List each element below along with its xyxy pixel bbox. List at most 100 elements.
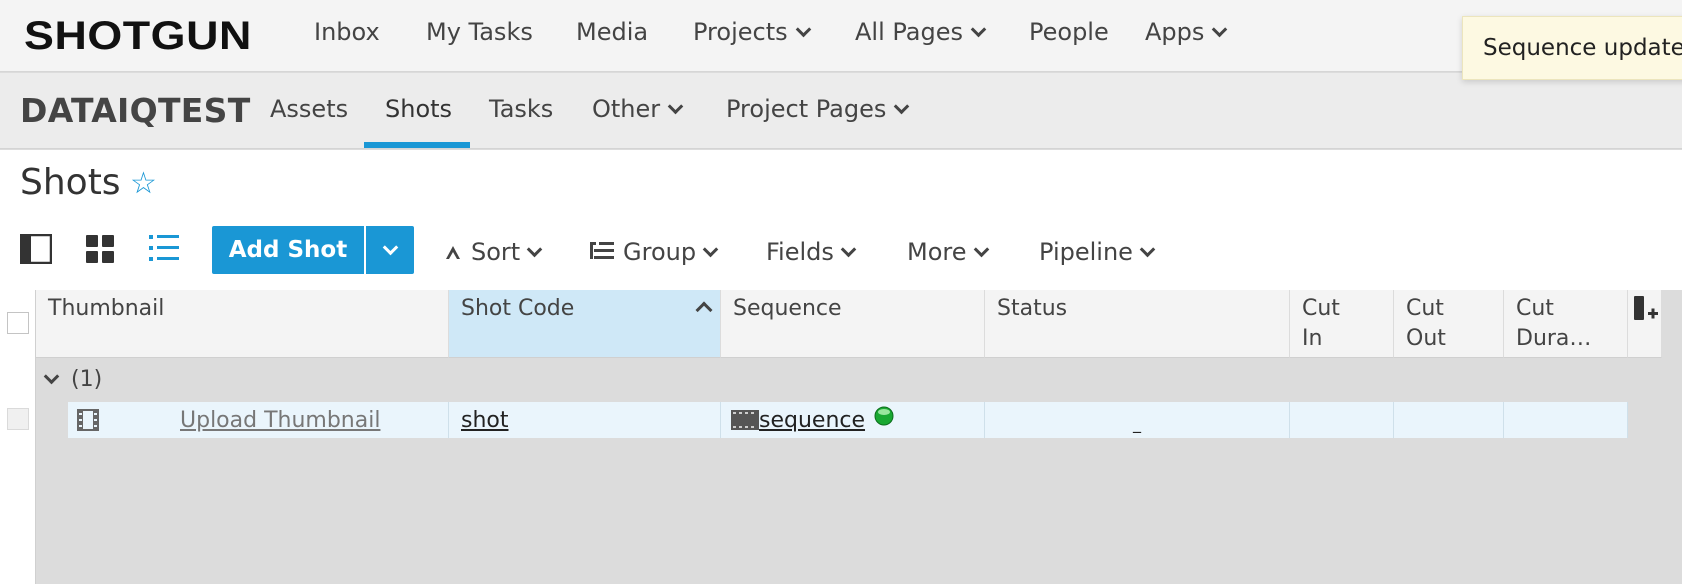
- nav-inbox[interactable]: Inbox: [314, 18, 380, 46]
- nav-media[interactable]: Media: [576, 18, 648, 46]
- chevron-down-icon: [702, 241, 719, 257]
- group-label: (1): [71, 366, 103, 392]
- sequence-link[interactable]: sequence: [759, 408, 865, 433]
- column-label: Status: [997, 296, 1068, 321]
- project-nav: DATAIQTEST Assets Shots Tasks Other Proj…: [0, 73, 1682, 149]
- group-row[interactable]: (1): [36, 358, 1682, 400]
- project-name[interactable]: DATAIQTEST: [20, 91, 251, 130]
- chevron-down-icon: [970, 21, 987, 37]
- status-value: _: [1133, 413, 1141, 433]
- table-row-cut-in-cell[interactable]: [1290, 402, 1394, 438]
- row-checkbox[interactable]: [7, 408, 29, 430]
- column-label: Thumbnail: [48, 296, 165, 321]
- chevron-down-icon: [840, 241, 857, 257]
- nav-label: Inbox: [314, 18, 380, 46]
- shots-grid: Thumbnail Shot Code Sequence Status Cut …: [0, 290, 1682, 584]
- global-nav: SHOTGUN Inbox My Tasks Media Projects Al…: [0, 0, 1682, 72]
- chevron-down-icon: [526, 241, 543, 257]
- column-header-cut-out[interactable]: Cut Out: [1394, 290, 1504, 358]
- add-shot-dropdown-button[interactable]: [366, 226, 414, 274]
- nav-label: My Tasks: [426, 18, 533, 46]
- add-shot-button[interactable]: Add Shot: [212, 226, 364, 274]
- table-row-thumbnail-cell[interactable]: Upload Thumbnail: [68, 402, 449, 438]
- column-header-status[interactable]: Status: [985, 290, 1290, 358]
- tab-shots[interactable]: Shots: [385, 95, 452, 123]
- pipeline-menu[interactable]: Pipeline: [1039, 238, 1156, 266]
- toast-notification: Sequence updated: [1462, 16, 1682, 80]
- chevron-down-icon: [382, 239, 398, 255]
- tab-project-pages[interactable]: Project Pages: [726, 95, 910, 123]
- sequence-icon: [731, 410, 759, 430]
- detail-view-icon[interactable]: [19, 233, 53, 268]
- selection-column: [0, 290, 36, 584]
- toast-message: Sequence updated: [1483, 35, 1682, 61]
- chevron-down-icon: [894, 98, 910, 114]
- app-logo[interactable]: SHOTGUN: [24, 14, 252, 59]
- page-header: Shots ☆ Add Shot Sort Group Fields More …: [0, 150, 1682, 290]
- nav-label: Apps: [1145, 18, 1205, 46]
- tab-label: Other: [592, 95, 661, 123]
- column-header-cut-in[interactable]: Cut In: [1290, 290, 1394, 358]
- table-row-sequence-cell[interactable]: sequence: [721, 402, 985, 438]
- column-label: Cut In: [1302, 296, 1340, 351]
- nav-all-pages[interactable]: All Pages: [855, 18, 987, 46]
- chevron-down-icon: [1212, 21, 1228, 37]
- sort-label: Sort: [471, 238, 521, 266]
- more-label: More: [907, 238, 967, 266]
- tab-label: Assets: [270, 95, 349, 123]
- status-dot-icon: [874, 406, 894, 426]
- sort-ascending-icon: [695, 301, 713, 319]
- tab-other[interactable]: Other: [592, 95, 684, 123]
- tab-label: Shots: [385, 95, 453, 123]
- nav-my-tasks[interactable]: My Tasks: [426, 18, 533, 46]
- column-header-cut-duration[interactable]: Cut Dura…: [1504, 290, 1628, 358]
- tab-assets[interactable]: Assets: [270, 95, 348, 123]
- fields-label: Fields: [766, 238, 834, 266]
- nav-label: All Pages: [855, 18, 963, 46]
- chevron-down-icon: [795, 21, 811, 37]
- table-row-cut-out-cell[interactable]: [1394, 402, 1504, 438]
- add-column-icon: [1634, 296, 1658, 320]
- chevron-down-icon: [1139, 241, 1156, 257]
- column-label: Cut Out: [1406, 296, 1446, 351]
- list-view-icon[interactable]: [149, 234, 179, 266]
- sort-icon: [446, 246, 460, 259]
- column-header-shot-code[interactable]: Shot Code: [449, 290, 721, 358]
- nav-people[interactable]: People: [1029, 18, 1109, 46]
- tab-label: Tasks: [489, 95, 554, 123]
- thumbnail-view-icon[interactable]: [85, 234, 115, 268]
- active-tab-indicator: [364, 142, 470, 148]
- chevron-down-icon: [667, 98, 684, 114]
- tab-tasks[interactable]: Tasks: [489, 95, 553, 123]
- chevron-down-icon: [973, 241, 989, 257]
- column-label: Sequence: [733, 296, 842, 321]
- group-label: Group: [623, 238, 697, 266]
- table-row-cut-duration-cell[interactable]: [1504, 402, 1628, 438]
- group-icon: [590, 242, 614, 259]
- group-menu[interactable]: Group: [590, 238, 719, 266]
- more-menu[interactable]: More: [907, 238, 989, 266]
- nav-projects[interactable]: Projects: [693, 18, 811, 46]
- table-row-status-cell[interactable]: _: [985, 402, 1290, 438]
- table-row-shot-code-cell[interactable]: shot: [449, 402, 721, 438]
- pipeline-label: Pipeline: [1039, 238, 1133, 266]
- nav-label: Projects: [693, 18, 788, 46]
- nav-label: Media: [576, 18, 649, 46]
- column-label: Shot Code: [461, 296, 575, 321]
- shot-code-link[interactable]: shot: [461, 408, 509, 433]
- column-header-thumbnail[interactable]: Thumbnail: [36, 290, 449, 358]
- film-icon: [77, 409, 99, 431]
- star-outline-icon[interactable]: ☆: [130, 166, 157, 201]
- tab-label: Project Pages: [726, 95, 887, 123]
- fields-menu[interactable]: Fields: [766, 238, 857, 266]
- column-label: Cut Dura…: [1516, 296, 1592, 351]
- column-header-sequence[interactable]: Sequence: [721, 290, 985, 358]
- page-title: Shots: [20, 162, 121, 203]
- select-all-checkbox[interactable]: [7, 312, 29, 334]
- nav-apps[interactable]: Apps: [1145, 18, 1228, 46]
- nav-label: People: [1029, 18, 1109, 46]
- add-column-button[interactable]: [1628, 290, 1662, 358]
- sort-menu[interactable]: Sort: [444, 238, 543, 266]
- upload-thumbnail-link[interactable]: Upload Thumbnail: [180, 408, 380, 433]
- chevron-down-icon[interactable]: [43, 368, 60, 384]
